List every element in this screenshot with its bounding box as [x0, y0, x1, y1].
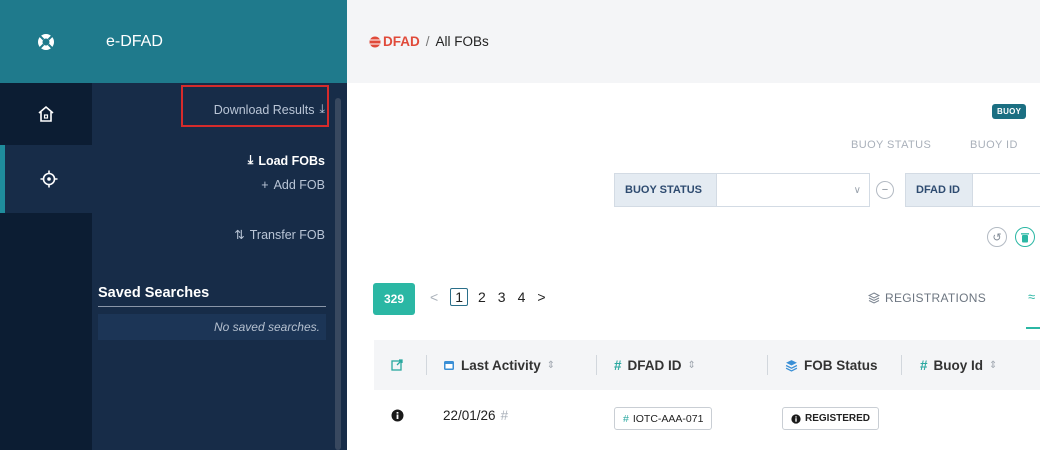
page-button-3[interactable]: 3 — [498, 289, 506, 305]
breadcrumb-separator: / — [425, 34, 430, 49]
trash-icon — [1021, 232, 1029, 242]
transfer-fob-label: Transfer FOB — [249, 227, 325, 242]
transfer-fob-link[interactable]: ⇅ Transfer FOB — [234, 227, 325, 243]
download-icon: ⤓ — [247, 153, 254, 167]
fobs-nav-button[interactable] — [0, 145, 92, 213]
page-button-4[interactable]: 4 — [518, 289, 526, 305]
add-fob-link[interactable]: + Add FOB — [261, 178, 325, 192]
brand-logo-icon — [369, 36, 381, 47]
load-fobs-link[interactable]: ⤓ Load FOBs — [248, 153, 325, 168]
info-circle-icon — [791, 413, 801, 424]
brand-label: DFAD — [383, 34, 420, 49]
dfad-id-chip[interactable]: # IOTC-AAA-071 — [614, 407, 713, 430]
column-header-dfad-id[interactable]: # DFAD ID ⇕ — [614, 340, 696, 390]
home-icon — [38, 105, 54, 122]
results-count-badge: 329 — [373, 283, 415, 315]
lifebuoy-icon — [38, 33, 54, 50]
column-header-fob-status[interactable]: FOB Status — [785, 340, 878, 390]
table-row[interactable]: 22/01/26 # # IOTC-AAA-071 REGISTERED — [374, 396, 1040, 444]
dfad-id-header-label: DFAD ID — [627, 357, 682, 373]
info-icon[interactable] — [391, 409, 404, 422]
tab-registrations-label: REGISTRATIONS — [885, 291, 987, 305]
dfad-id-value: IOTC-AAA-071 — [632, 412, 704, 425]
pagination: < 1 2 3 4 > — [430, 288, 558, 306]
minus-circle-icon: − — [881, 184, 889, 196]
download-results-label: Download Results — [213, 102, 315, 117]
next-page-button[interactable]: > — [537, 289, 545, 305]
last-activity-cell: 22/01/26 # — [443, 408, 508, 423]
status-badge: REGISTERED — [782, 407, 880, 430]
fob-status-value: REGISTERED — [805, 413, 871, 424]
page-button-2[interactable]: 2 — [478, 289, 486, 305]
breadcrumb: DFAD / All FOBs — [347, 0, 1040, 83]
tab-registrations[interactable]: REGISTRATIONS — [868, 291, 986, 305]
buoy-status-select[interactable]: ∨ — [716, 173, 870, 207]
page-button-1[interactable]: 1 — [450, 288, 468, 306]
column-header-buoy-id[interactable]: # Buoy Id ⇕ — [920, 340, 997, 390]
column-separator — [901, 355, 902, 375]
plus-icon: + — [261, 178, 269, 192]
column-toggle-buoy-status[interactable]: BUOY STATUS — [851, 139, 931, 151]
buoy-badge[interactable]: BUOY — [992, 104, 1027, 119]
saved-searches-title: Saved Searches — [98, 285, 210, 301]
fob-status-header-label: FOB Status — [804, 357, 878, 373]
chevron-down-icon: ∨ — [853, 185, 861, 196]
add-fob-label: Add FOB — [273, 178, 325, 192]
sidebar-panel: e-DFAD Download Results ⤓ ⤓ Load FOBs + … — [92, 0, 347, 450]
layers-icon — [785, 359, 798, 372]
dfad-id-filter-label: DFAD ID — [905, 173, 973, 207]
icon-rail — [0, 0, 92, 450]
waves-icon[interactable]: ≈ — [1028, 289, 1035, 304]
crosshair-icon — [40, 170, 57, 188]
transfer-icon: ⇅ — [234, 228, 245, 242]
buoy-id-header-label: Buoy Id — [933, 357, 984, 373]
load-fobs-label: Load FOBs — [258, 153, 325, 168]
remove-filter-button[interactable]: − — [876, 181, 894, 199]
info-circle-icon — [391, 409, 404, 422]
table-header: Last Activity ⇕ # DFAD ID ⇕ FOB Status #… — [374, 340, 1040, 390]
home-nav-button[interactable] — [0, 83, 92, 145]
reset-filters-button[interactable]: ↺ — [987, 227, 1007, 247]
active-tab-indicator — [1026, 327, 1040, 329]
sidebar-scrollbar[interactable] — [335, 98, 341, 450]
hash-icon: # — [614, 357, 622, 373]
download-results-link[interactable]: Download Results ⤓ — [214, 102, 325, 117]
layers-icon — [868, 292, 880, 304]
clear-filters-button[interactable] — [1015, 227, 1035, 247]
open-external-button[interactable] — [391, 340, 403, 390]
hash-icon: # — [920, 357, 928, 373]
column-separator — [767, 355, 768, 375]
dfad-id-input[interactable] — [972, 173, 1040, 207]
breadcrumb-home-link[interactable]: DFAD — [369, 34, 420, 49]
last-activity-value: 22/01/26 — [443, 408, 496, 423]
hash-icon: # — [623, 412, 629, 425]
column-header-last-activity[interactable]: Last Activity ⇕ — [443, 340, 555, 390]
download-icon: ⤓ — [319, 102, 325, 116]
saved-searches-empty: No saved searches. — [98, 314, 326, 340]
calendar-icon — [444, 361, 454, 370]
hash-icon: # — [500, 408, 509, 423]
external-link-icon — [391, 359, 403, 371]
sort-icon[interactable]: ⇕ — [547, 360, 555, 371]
sort-icon[interactable]: ⇕ — [989, 360, 997, 371]
app-logo — [0, 0, 92, 83]
prev-page-button[interactable]: < — [430, 289, 438, 305]
sort-icon[interactable]: ⇕ — [688, 360, 696, 371]
divider — [98, 306, 326, 307]
last-activity-header-label: Last Activity — [461, 357, 541, 373]
breadcrumb-current: All FOBs — [435, 34, 489, 49]
column-separator — [596, 355, 597, 375]
column-toggle-buoy-id[interactable]: BUOY ID — [970, 139, 1018, 151]
buoy-status-filter-label: BUOY STATUS — [614, 173, 717, 207]
undo-icon: ↺ — [992, 231, 1002, 244]
column-separator — [426, 355, 427, 375]
app-title: e-DFAD — [92, 0, 347, 83]
